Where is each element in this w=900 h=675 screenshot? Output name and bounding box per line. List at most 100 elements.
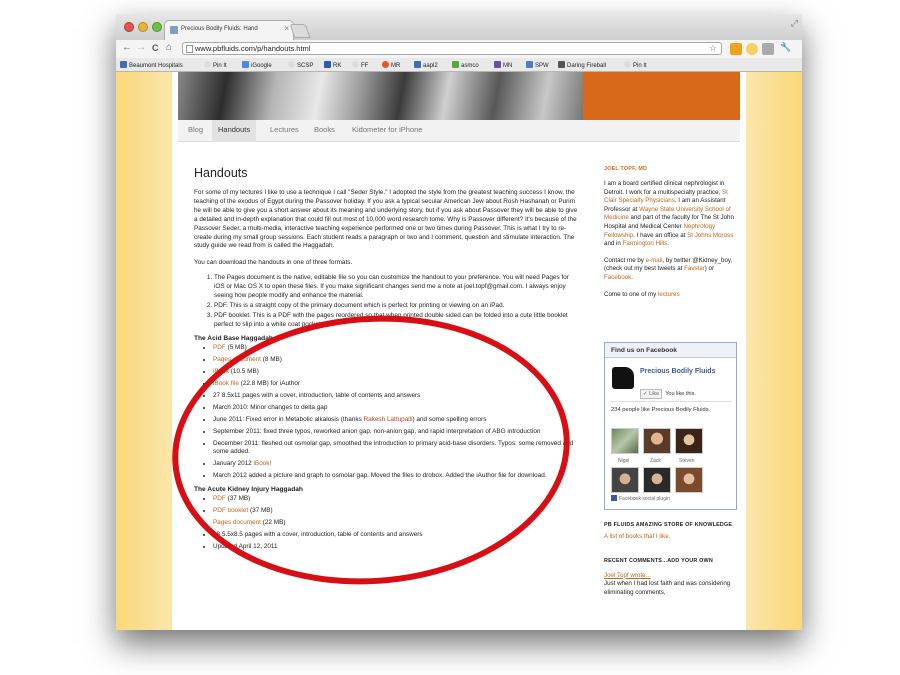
tab-blog[interactable]: Blog <box>188 125 203 134</box>
acid-base-list: PDF (5 MB) Pages document (8 MB) iBook (… <box>194 344 578 481</box>
tab-books[interactable]: Books <box>314 125 335 134</box>
tab-close-icon[interactable]: × <box>284 24 289 33</box>
header-banner <box>178 72 740 120</box>
forward-icon[interactable]: → <box>136 42 146 53</box>
list-item: Pages document (8 MB) <box>213 356 578 365</box>
acid-base-heading: The Acid Base Haggadah <box>194 334 273 342</box>
facebook-link[interactable]: Facebook <box>604 274 631 281</box>
tab-lectures[interactable]: Lectures <box>270 125 299 134</box>
bookmark-item[interactable]: SCSP <box>288 61 313 69</box>
page-logo-icon[interactable] <box>612 367 634 389</box>
browser-toolbar: ← → C ⌂ www.pbfluids.com/p/handouts.html… <box>116 40 802 58</box>
tab-handouts[interactable]: Handouts <box>212 120 257 142</box>
bookmark-item[interactable]: asmco <box>452 61 479 69</box>
reload-icon[interactable]: C <box>152 43 159 53</box>
fullscreen-icon[interactable]: ⤢ <box>791 18 798 29</box>
bookmark-item[interactable]: Daring Fireball <box>558 61 606 69</box>
list-item: June 2011: Fixed error in Metabolic alka… <box>213 416 578 425</box>
friend-name: Zack <box>650 458 661 464</box>
bookmark-star-icon[interactable]: ☆ <box>709 43 717 54</box>
format-item: PDF. This is a straight copy of the prim… <box>214 302 578 311</box>
bookmark-item[interactable]: Pin It <box>204 61 227 69</box>
aki-pages-link[interactable]: Pages document <box>213 519 261 526</box>
format-item: PDF booklet. This is a PDF with the page… <box>214 312 578 330</box>
store-link[interactable]: A list of books that I like. <box>604 533 670 540</box>
facebook-icon <box>611 495 617 501</box>
formats-list: The Pages document is the native, editab… <box>194 274 578 329</box>
avatar[interactable] <box>611 467 639 493</box>
bookmark-item[interactable]: FF <box>352 61 368 69</box>
format-item: The Pages document is the native, editab… <box>214 274 578 301</box>
aki-pdf-link[interactable]: PDF <box>213 495 226 502</box>
contributor-link[interactable]: Rakesh Lattupalli <box>364 416 413 423</box>
bookmarks-bar: Beaumont Hospitals Pin It iGoogle SCSP R… <box>116 58 802 72</box>
acid-base-ibook-link[interactable]: iBook <box>213 368 229 375</box>
office-link[interactable]: St Johns Moross <box>687 232 733 239</box>
acid-base-pdf-link[interactable]: PDF <box>213 344 226 351</box>
minimize-window-button[interactable] <box>138 22 148 32</box>
aki-booklet-link[interactable]: PDF booklet <box>213 507 248 514</box>
rss-extension-icon[interactable] <box>730 43 742 55</box>
download-intro: You can download the handouts in one of … <box>194 259 353 267</box>
like-count: 234 people like Precious Bodily Fluids. <box>611 407 711 413</box>
lectures-link[interactable]: lectures <box>658 291 680 298</box>
comment-author-link[interactable]: Joel Topf wrote... <box>604 572 651 579</box>
avatar[interactable] <box>643 467 671 493</box>
avatar[interactable] <box>675 467 703 493</box>
screenshot-extension-icon[interactable] <box>762 43 774 55</box>
office2-link[interactable]: Farmington Hills <box>623 240 668 247</box>
bookmark-item[interactable]: MN <box>494 61 512 69</box>
bookmark-item[interactable]: Pin It <box>624 61 647 69</box>
page-viewport[interactable]: Blog Handouts Lectures Books Kidometer f… <box>116 72 802 630</box>
maximize-window-button[interactable] <box>152 22 162 32</box>
browser-tab[interactable]: Precious Bodily Fluids: Hand × <box>164 20 294 40</box>
bookmark-item[interactable]: aapl2 <box>414 61 438 69</box>
title-bar: Precious Bodily Fluids: Hand × ⤢ <box>116 14 802 40</box>
avatar[interactable] <box>675 428 703 454</box>
store-heading: PB FLUIDS AMAZING STORE OF KNOWLEDGE <box>604 522 733 528</box>
page-icon <box>186 45 193 53</box>
bookmark-item[interactable]: RK <box>324 61 341 69</box>
address-bar[interactable]: www.pbfluids.com/p/handouts.html ☆ <box>182 42 722 55</box>
list-item: PDF booklet (37 MB) <box>213 507 578 516</box>
bookmark-item[interactable]: MR <box>382 61 400 69</box>
bookmark-favicon-icon <box>526 61 533 68</box>
friend-name: Nigel <box>618 458 630 464</box>
acid-base-ibook-file-link[interactable]: iBook file <box>213 380 239 387</box>
globe-icon <box>624 61 631 68</box>
globe-icon <box>352 61 359 68</box>
like-button[interactable]: ✓ Like <box>640 389 663 399</box>
bookmark-item[interactable]: Beaumont Hospitals <box>120 61 183 69</box>
wrench-menu-icon[interactable]: 🔧 <box>780 42 791 53</box>
blog-page: Blog Handouts Lectures Books Kidometer f… <box>172 72 746 630</box>
email-link[interactable]: e-mail <box>646 257 663 264</box>
comments-heading: RECENT COMMENTS...ADD YOUR OWN <box>604 557 713 564</box>
list-item: 27 8.5x11 pages with a cover, introducti… <box>213 392 578 401</box>
list-item: September 2011: fixed three typos, rewor… <box>213 428 578 437</box>
sidebar-lower: PB FLUIDS AMAZING STORE OF KNOWLEDGE A l… <box>604 522 738 597</box>
ibook-release-link[interactable]: iBook! <box>254 460 272 467</box>
facebook-page-name[interactable]: Precious Bodily Fluids <box>640 367 730 376</box>
extension-icon[interactable] <box>746 43 758 55</box>
tab-kidometer[interactable]: Kidometer for iPhone <box>352 125 422 134</box>
main-content: Handouts For some of my lectures I like … <box>194 166 578 555</box>
favstar-link[interactable]: Favstar <box>684 265 705 272</box>
home-icon[interactable]: ⌂ <box>166 42 172 53</box>
back-icon[interactable]: ← <box>122 42 132 53</box>
divider <box>610 401 732 402</box>
bookmark-favicon-icon <box>414 61 421 68</box>
header-photo <box>178 72 583 120</box>
facebook-plugin-label[interactable]: Facebook social plugin <box>611 495 670 502</box>
page-title: Handouts <box>194 166 248 180</box>
page-favicon-icon <box>170 26 178 34</box>
globe-icon <box>204 61 211 68</box>
acid-base-pages-link[interactable]: Pages document <box>213 356 261 363</box>
header-orange-block <box>583 72 740 120</box>
list-item: 28 5.5x8.5 pages with a cover, introduct… <box>213 531 578 540</box>
bookmark-item[interactable]: SPW <box>526 61 549 69</box>
list-item: March 2012 added a picture and graph to … <box>213 472 578 481</box>
avatar[interactable] <box>611 428 639 454</box>
bookmark-item[interactable]: iGoogle <box>242 61 272 69</box>
avatar[interactable] <box>643 428 671 454</box>
close-window-button[interactable] <box>124 22 134 32</box>
